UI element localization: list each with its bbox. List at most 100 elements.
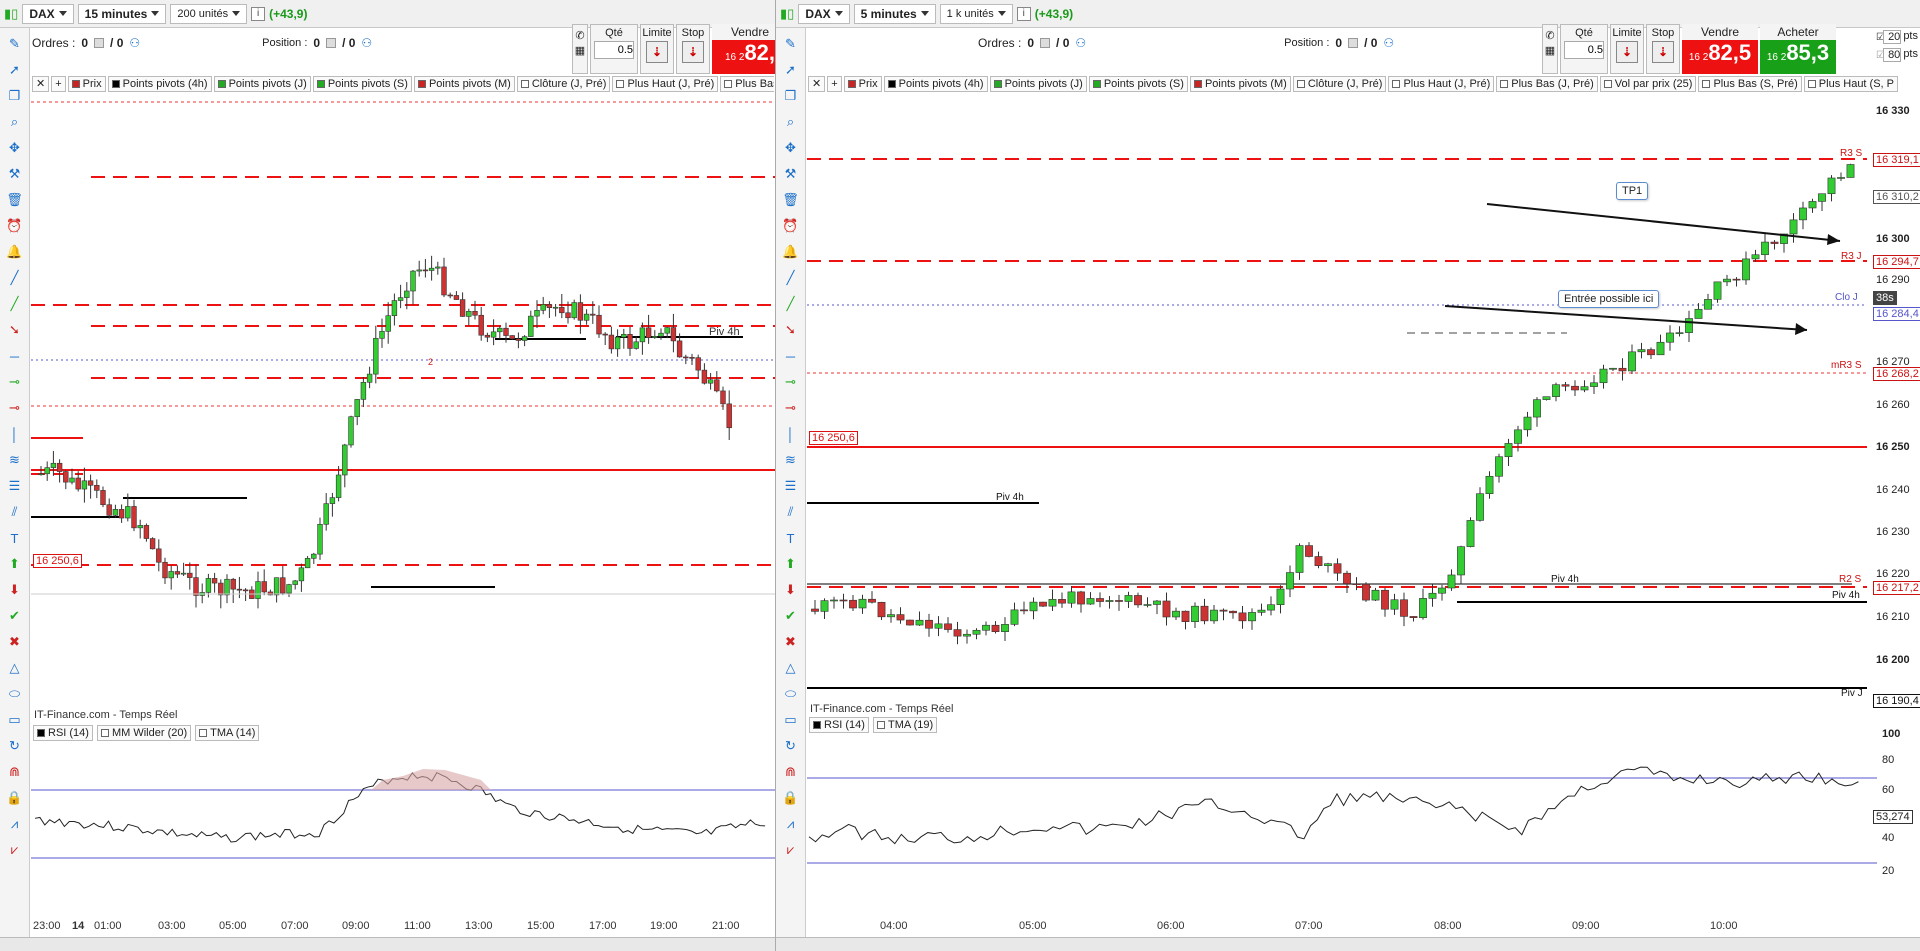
pattern2-icon[interactable]: ⩗ <box>5 840 25 860</box>
indicator-chip[interactable]: Plus Bas (S, Pré) <box>1698 76 1802 92</box>
ellipse-icon[interactable]: ⬭ <box>781 684 801 704</box>
pts-input-2[interactable]: 80 <box>1883 48 1902 62</box>
stop-button[interactable]: ⇣ <box>682 41 704 63</box>
line-icon[interactable]: ╱ <box>5 268 25 288</box>
hline-green-icon[interactable]: ⊸ <box>781 372 801 392</box>
indicator-chip[interactable]: Clôture (J, Pré) <box>1292 76 1387 92</box>
trash-icon[interactable]: 🗑 <box>5 190 25 210</box>
link-icon[interactable]: ⚇ <box>129 36 140 50</box>
indicator-chip[interactable]: Points pivots (J) <box>989 76 1087 92</box>
indicator-chip[interactable]: Points pivots (4h) <box>107 76 212 92</box>
arrow-up-icon[interactable]: ⬆ <box>5 554 25 574</box>
indicator-chip[interactable]: Plus Bas (J, Pré) <box>1496 76 1598 92</box>
bell-icon[interactable]: 🔔 <box>781 242 801 262</box>
rsi-chip[interactable]: RSI (14) <box>33 725 93 741</box>
indicator-add[interactable]: + <box>51 76 66 92</box>
cycle-icon[interactable]: ↻ <box>781 736 801 756</box>
rectangle-icon[interactable]: ▭ <box>5 710 25 730</box>
hline-icon[interactable]: ─ <box>5 346 25 366</box>
timeframe-select[interactable]: 15 minutes <box>77 3 167 24</box>
indicator-chip[interactable]: Prix <box>843 76 882 92</box>
pattern2-icon[interactable]: ⩗ <box>781 840 801 860</box>
triangle-icon[interactable]: △ <box>781 658 801 678</box>
left-price-chart[interactable] <box>31 94 776 724</box>
levels-icon[interactable]: ☰ <box>781 476 801 496</box>
line-icon[interactable]: ╱ <box>781 268 801 288</box>
orders-icon[interactable] <box>94 38 105 48</box>
indicator-remove[interactable]: ✕ <box>808 76 826 92</box>
triangle-icon[interactable]: △ <box>5 658 25 678</box>
units-select[interactable]: 1 k unités <box>939 3 1013 24</box>
cross-icon[interactable]: ✖ <box>5 632 25 652</box>
cycle-icon[interactable]: ↻ <box>5 736 25 756</box>
tp1-annotation[interactable]: TP1 <box>1616 182 1649 200</box>
indicator-chip[interactable]: Points pivots (S) <box>312 76 412 92</box>
vline-icon[interactable]: │ <box>781 424 801 444</box>
cursor-icon[interactable]: ➚ <box>5 60 25 80</box>
alarm-icon[interactable]: ⏰ <box>781 216 801 236</box>
entry-annotation[interactable]: Entrée possible ici <box>1558 290 1660 308</box>
indicator-chip[interactable]: Plus Haut (S, P <box>1803 76 1898 92</box>
magnet-icon[interactable]: ⋒ <box>781 762 801 782</box>
indicator-chip[interactable]: Points pivots (M) <box>413 76 515 92</box>
ellipse-icon[interactable]: ⬭ <box>5 684 25 704</box>
trend-line-icon[interactable]: ╱ <box>5 294 25 314</box>
trash-icon[interactable]: 🗑 <box>781 190 801 210</box>
zoom-icon[interactable]: ⌕ <box>781 112 801 132</box>
indicator-chip[interactable]: Plus Bas (J <box>720 76 774 92</box>
pencil-icon[interactable]: ✎ <box>781 34 801 54</box>
indicator-chip[interactable]: Prix <box>67 76 106 92</box>
fibo-icon[interactable]: ≋ <box>781 450 801 470</box>
cross-icon[interactable]: ✖ <box>781 632 801 652</box>
link-icon[interactable]: ⚇ <box>1075 36 1086 50</box>
orders-icon[interactable] <box>1040 38 1051 48</box>
timeframe-select[interactable]: 5 minutes <box>853 3 936 24</box>
link-icon[interactable]: ⚇ <box>1383 36 1394 50</box>
rsi-chip[interactable]: TMA (14) <box>195 725 260 741</box>
hline-red-icon[interactable]: ⊸ <box>781 398 801 418</box>
info-icon[interactable]: i <box>1016 6 1031 21</box>
sell-button[interactable]: Vendre 16 282,5 <box>1682 24 1758 74</box>
indicator-add[interactable]: + <box>827 76 842 92</box>
arrow-down-icon[interactable]: ⬇ <box>781 580 801 600</box>
fibo-icon[interactable]: ≋ <box>5 450 25 470</box>
right-price-chart[interactable] <box>807 94 1920 724</box>
channel-icon[interactable]: ⫽ <box>781 502 801 522</box>
info-icon[interactable]: i <box>251 6 266 21</box>
position-icon[interactable] <box>1348 38 1359 48</box>
keypad-icon[interactable]: ✆ ▦ <box>1542 24 1558 74</box>
limit-button[interactable]: ⇣ <box>1616 41 1638 63</box>
arrow-down-icon[interactable]: ⬇ <box>5 580 25 600</box>
indicator-chip[interactable]: Plus Haut (J, Pré) <box>612 76 719 92</box>
text-icon[interactable]: T <box>5 528 25 548</box>
channel-icon[interactable]: ⫽ <box>5 502 25 522</box>
zoom-icon[interactable]: ⌕ <box>5 112 25 132</box>
copy-icon[interactable]: ❐ <box>781 86 801 106</box>
stop-button[interactable]: ⇣ <box>1652 41 1674 63</box>
limit-button[interactable]: ⇣ <box>646 41 668 63</box>
hline-icon[interactable]: ─ <box>781 346 801 366</box>
check-icon[interactable]: ✔ <box>5 606 25 626</box>
qty-input[interactable] <box>1564 41 1604 59</box>
copy-icon[interactable]: ❐ <box>5 86 25 106</box>
link-icon[interactable]: ⚇ <box>361 36 372 50</box>
trend-line-icon[interactable]: ╱ <box>781 294 801 314</box>
levels-icon[interactable]: ☰ <box>5 476 25 496</box>
indicator-chip[interactable]: Points pivots (M) <box>1189 76 1291 92</box>
paint-icon[interactable]: ⚒ <box>5 164 25 184</box>
cursor-icon[interactable]: ➚ <box>781 60 801 80</box>
check-icon[interactable]: ✔ <box>781 606 801 626</box>
sell-button[interactable]: Vendre 16 282, <box>712 24 775 74</box>
move-icon[interactable]: ✥ <box>5 138 25 158</box>
pts-input-1[interactable]: 20 <box>1883 30 1902 44</box>
indicator-remove[interactable]: ✕ <box>32 76 50 92</box>
move-icon[interactable]: ✥ <box>781 138 801 158</box>
rectangle-icon[interactable]: ▭ <box>781 710 801 730</box>
position-icon[interactable] <box>326 38 337 48</box>
pencil-icon[interactable]: ✎ <box>5 34 25 54</box>
instrument-select[interactable]: DAX <box>798 3 850 24</box>
arrow-line-icon[interactable]: ➘ <box>781 320 801 340</box>
indicator-chip[interactable]: Points pivots (S) <box>1088 76 1188 92</box>
indicator-chip[interactable]: Clôture (J, Pré) <box>516 76 611 92</box>
buy-button[interactable]: Acheter 16 285,3 <box>1760 24 1836 74</box>
